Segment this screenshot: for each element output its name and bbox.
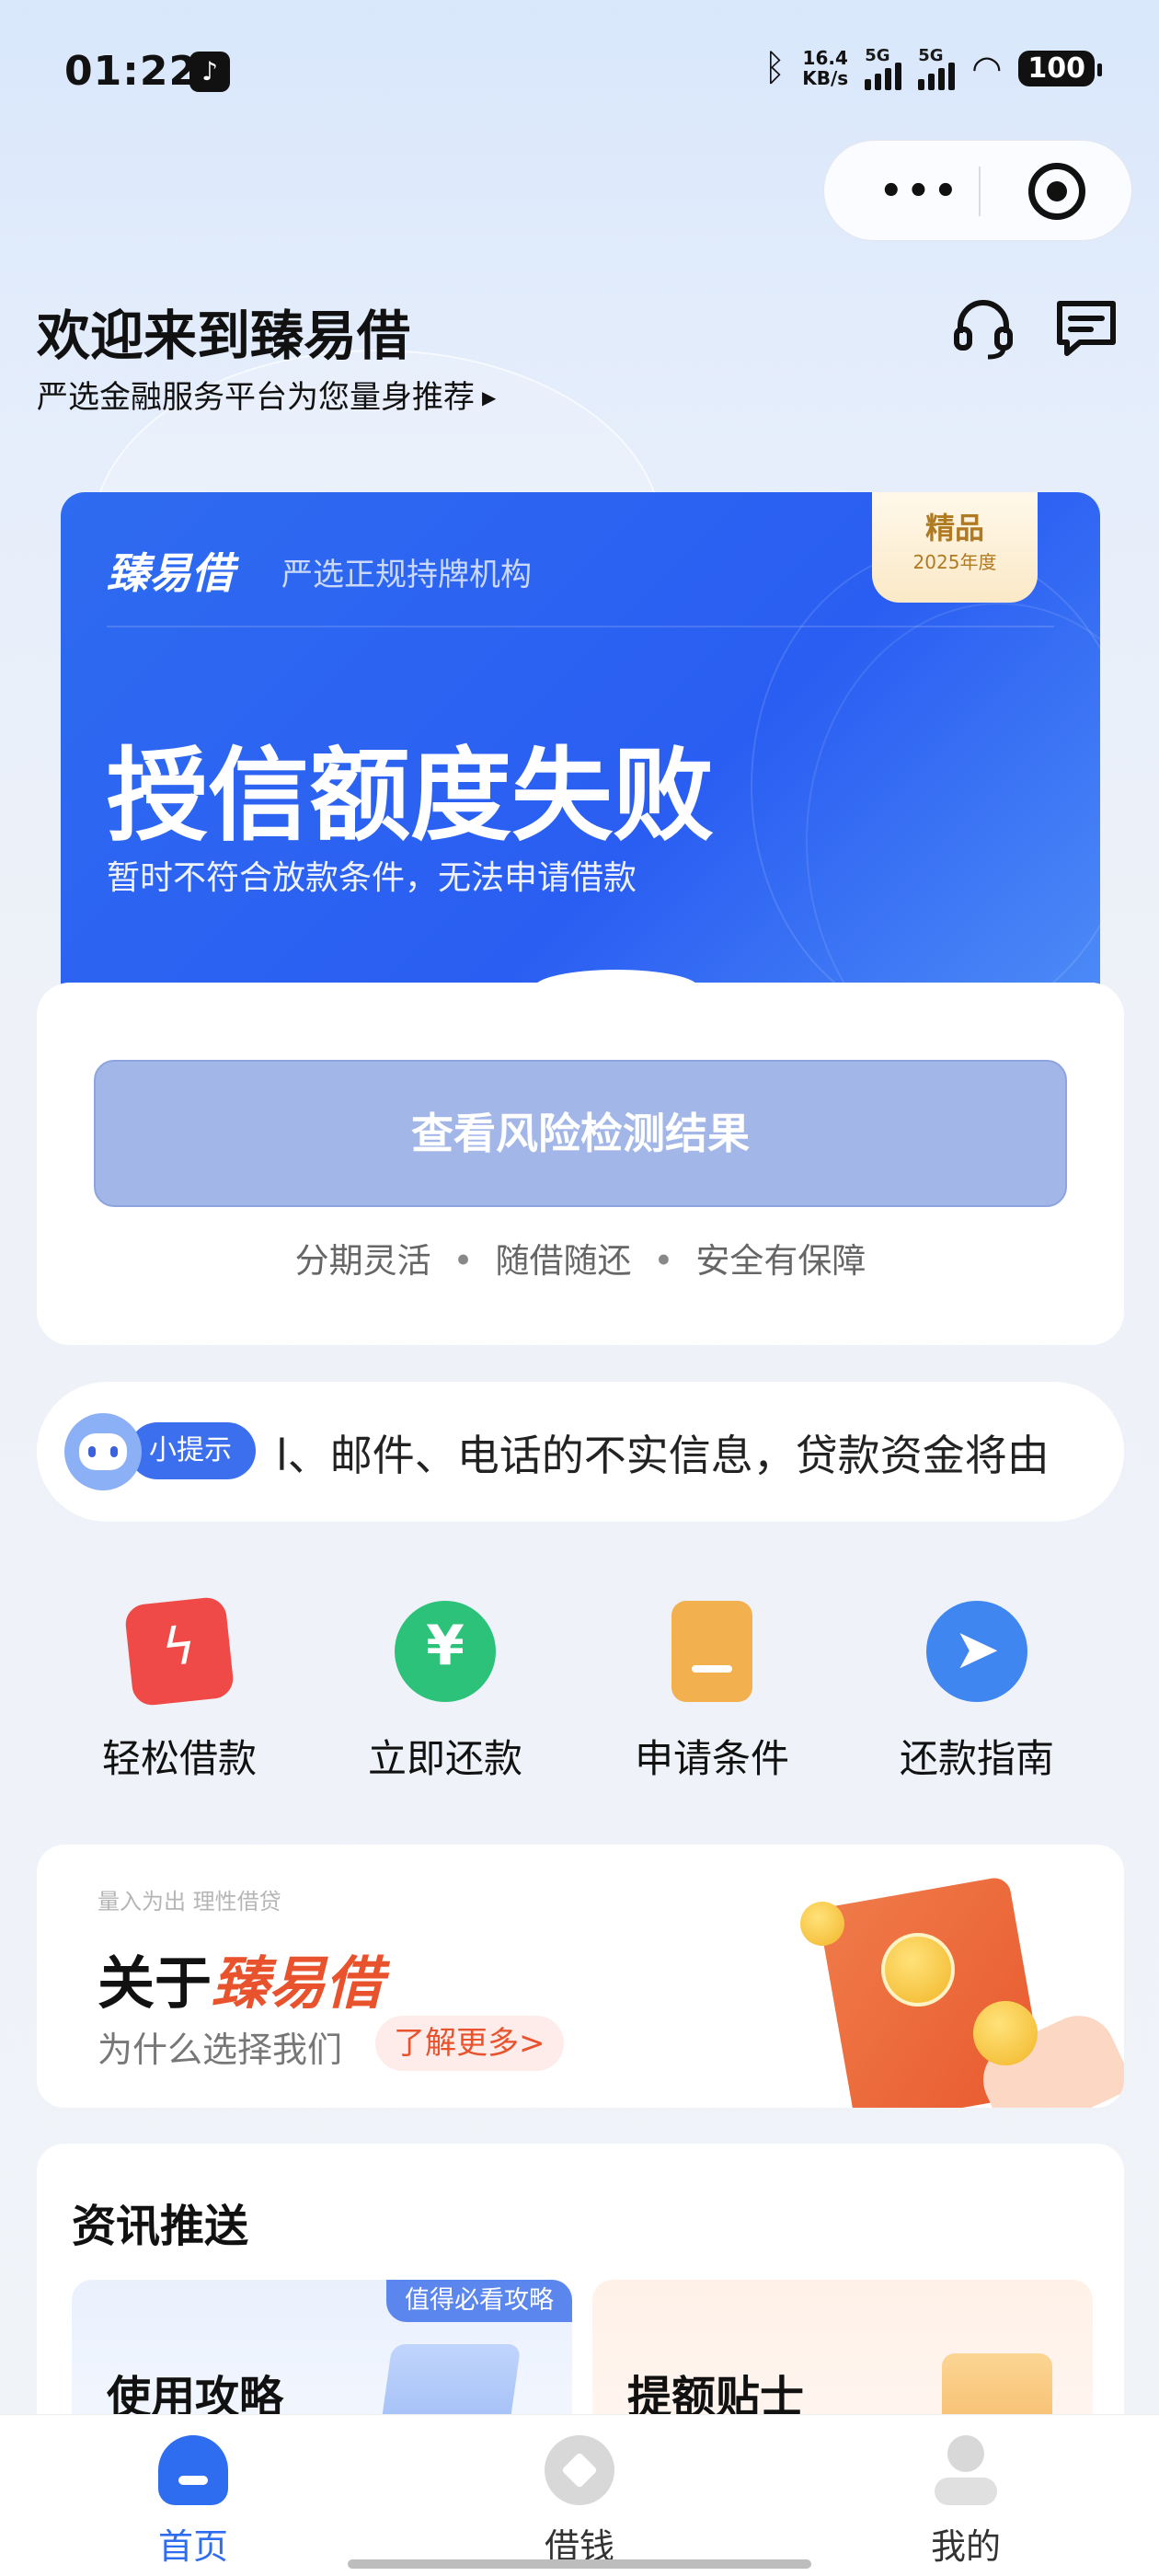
tab-home[interactable]: 首页 [101, 2435, 285, 2569]
robot-icon [64, 1413, 142, 1490]
network-speed-value: 16.4 [802, 47, 848, 69]
more-options-button[interactable]: ••• [879, 168, 961, 214]
coin-icon [881, 1933, 955, 2007]
lightning-icon: ϟ [123, 1595, 235, 1708]
feature-separator: • [453, 1241, 474, 1281]
signal-label: 5G [918, 46, 944, 65]
action-label: 还款指南 [899, 1736, 1054, 1781]
network-speed-unit: KB/s [802, 67, 849, 89]
battery-indicator: 100 [1018, 50, 1102, 86]
brand-slogan: 严选正规持牌机构 [281, 557, 532, 593]
yen-icon: ¥ [395, 1601, 496, 1702]
premium-badge: 精品 2025年度 [872, 492, 1038, 603]
tab-label: 我的 [930, 2526, 1001, 2567]
signal-label: 5G [865, 46, 890, 65]
action-repay-guide[interactable]: ➤ 还款指南 [866, 1601, 1087, 1784]
badge-year: 2025年度 [912, 551, 997, 573]
borrow-icon [545, 2435, 614, 2505]
feature-item: 分期灵活 [294, 1241, 431, 1281]
document-icon [671, 1601, 752, 1702]
caret-right-icon: ▶ [482, 386, 497, 408]
network-speed: 16.4 KB/s [802, 48, 848, 88]
credit-status-banner: 臻易借 严选正规持牌机构 精品 2025年度 授信额度失败 暂时不符合放款条件，… [61, 492, 1100, 1007]
tab-borrow[interactable]: 借钱 [488, 2435, 671, 2569]
bottom-tab-bar: 首页 借钱 我的 [0, 2414, 1159, 2576]
action-label: 立即还款 [367, 1736, 522, 1781]
view-risk-result-button[interactable]: 查看风险检测结果 [94, 1060, 1067, 1207]
feature-item: 随借随还 [495, 1241, 632, 1281]
about-subtitle: 为什么选择我们 [98, 2030, 343, 2070]
action-easy-borrow[interactable]: ϟ 轻松借款 [69, 1595, 290, 1784]
action-label: 申请条件 [634, 1736, 789, 1781]
page-subtitle-text: 严选金融服务平台为您量身推荐 [37, 379, 475, 416]
status-icons: ᛒ 16.4 KB/s 5G 5G ◠ 100 [763, 46, 1102, 90]
tip-tag: 小提示 [129, 1422, 256, 1479]
page-subtitle: 严选金融服务平台为您量身推荐 ▶ [37, 372, 496, 417]
feature-separator: • [653, 1241, 674, 1281]
home-indicator[interactable] [348, 2559, 811, 2569]
close-miniprogram-button[interactable] [1028, 163, 1085, 220]
wifi-icon: ◠ [971, 48, 1003, 88]
brand-logo: 臻易借 [107, 548, 234, 598]
badge-title: 精品 [924, 511, 984, 546]
about-title: 关于臻易借 [98, 1937, 383, 2019]
news-section-title: 资讯推送 [72, 2201, 249, 2252]
quick-actions: ϟ 轻松借款 ¥ 立即还款 申请条件 ➤ 还款指南 [37, 1595, 1124, 1785]
signal-icon: 5G [865, 46, 902, 90]
news-item-tag: 值得必看攻略 [386, 2280, 572, 2322]
action-apply-conditions[interactable]: 申请条件 [602, 1601, 822, 1784]
action-repay-now[interactable]: ¥ 立即还款 [335, 1601, 556, 1784]
risk-check-card: 查看风险检测结果 分期灵活 • 随借随还 • 安全有保障 [37, 970, 1124, 1345]
home-icon [158, 2435, 228, 2505]
tab-label: 首页 [157, 2526, 228, 2567]
feature-item: 安全有保障 [695, 1241, 866, 1281]
about-title-prefix: 关于 [98, 1949, 212, 2017]
capsule-divider [979, 167, 981, 216]
page-title: 欢迎来到臻易借 [37, 305, 411, 367]
credit-status-description: 暂时不符合放款条件，无法申请借款 [107, 859, 637, 897]
about-tagline: 量入为出 理性借贷 [98, 1889, 281, 1915]
tips-marquee[interactable]: l、邮件、电话的不实信息，贷款资金将由 小提示 [37, 1382, 1124, 1522]
miniprogram-capsule: ••• [823, 140, 1132, 241]
status-time: 01:22 [64, 48, 199, 95]
banner-divider [107, 626, 1054, 627]
user-icon [931, 2435, 1001, 2505]
tiktok-icon: ♪ [189, 52, 230, 92]
status-bar: 01:22 ♪ ᛒ 16.4 KB/s 5G 5G ◠ 100 [0, 0, 1159, 138]
learn-more-link[interactable]: 了解更多> [375, 2016, 564, 2071]
feature-list: 分期灵活 • 随借随还 • 安全有保障 [37, 1233, 1124, 1282]
tip-text: l、邮件、电话的不实信息，贷款资金将由 [276, 1431, 1050, 1480]
coin-icon [800, 1902, 844, 1946]
about-card[interactable]: 量入为出 理性借贷 关于臻易借 为什么选择我们 了解更多> [37, 1845, 1124, 2108]
action-label: 轻松借款 [101, 1736, 257, 1781]
message-icon[interactable] [1054, 296, 1119, 361]
signal-icon: 5G [918, 46, 956, 90]
tab-mine[interactable]: 我的 [874, 2435, 1058, 2569]
headset-icon[interactable] [951, 296, 1016, 361]
compass-icon: ➤ [926, 1601, 1027, 1702]
about-title-brand: 臻易借 [212, 1949, 384, 2017]
bluetooth-icon: ᛒ [763, 47, 786, 89]
credit-status-title: 授信额度失败 [107, 737, 714, 855]
coin-icon [973, 2001, 1038, 2065]
card-notch [534, 970, 699, 1006]
